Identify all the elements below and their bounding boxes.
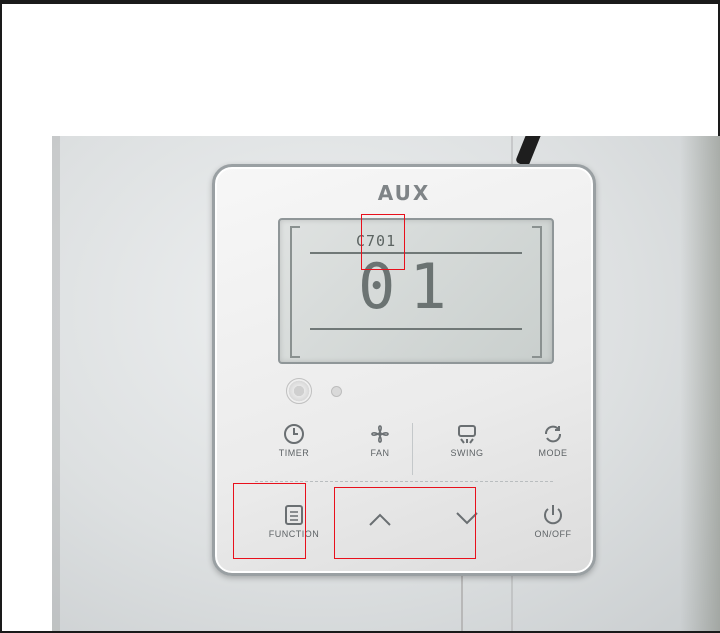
lcd-bracket-right [532, 226, 542, 358]
mode-button[interactable]: MODE [513, 422, 593, 482]
fan-button[interactable]: FAN [340, 422, 420, 482]
sensor-icon [286, 378, 312, 404]
timer-label: TIMER [278, 448, 310, 458]
wall-edge [52, 136, 60, 631]
mode-cycle-icon [545, 425, 561, 443]
power-icon [544, 505, 562, 525]
brand-logo: AUX [377, 181, 431, 205]
swing-label: SWING [450, 448, 484, 458]
onoff-button[interactable]: ON/OFF [513, 503, 593, 563]
photo: AUX C701 01 TIMER FAN SWING MODE FUNCTIO… [52, 136, 720, 631]
chevron-up-icon [369, 513, 391, 526]
lcd-display: C701 01 [278, 218, 554, 364]
timer-button[interactable]: TIMER [254, 422, 334, 482]
onoff-label: ON/OFF [534, 529, 572, 539]
swing-icon [458, 425, 476, 444]
swing-button[interactable]: SWING [427, 422, 507, 482]
chevron-down-icon [456, 512, 478, 525]
wall-shadow [680, 136, 720, 631]
lcd-rule-bottom [310, 328, 522, 330]
display-small-code: C701 [356, 232, 397, 250]
up-button[interactable] [340, 507, 420, 567]
function-button[interactable]: FUNCTION [254, 503, 334, 563]
lcd-bracket-left [290, 226, 300, 358]
row-divider [255, 481, 553, 482]
down-button[interactable] [427, 507, 507, 567]
fan-icon [371, 425, 389, 443]
fan-label: FAN [370, 448, 390, 458]
display-big-code: 01 [358, 250, 461, 323]
clock-icon [284, 424, 304, 444]
mode-label: MODE [538, 448, 568, 458]
function-label: FUNCTION [268, 529, 320, 539]
indicator-led [331, 386, 342, 397]
divider-vertical [412, 423, 413, 475]
wire [461, 571, 463, 631]
cable [515, 136, 543, 168]
menu-icon [285, 505, 303, 525]
wall-controller: AUX C701 01 TIMER FAN SWING MODE FUNCTIO… [212, 164, 596, 576]
